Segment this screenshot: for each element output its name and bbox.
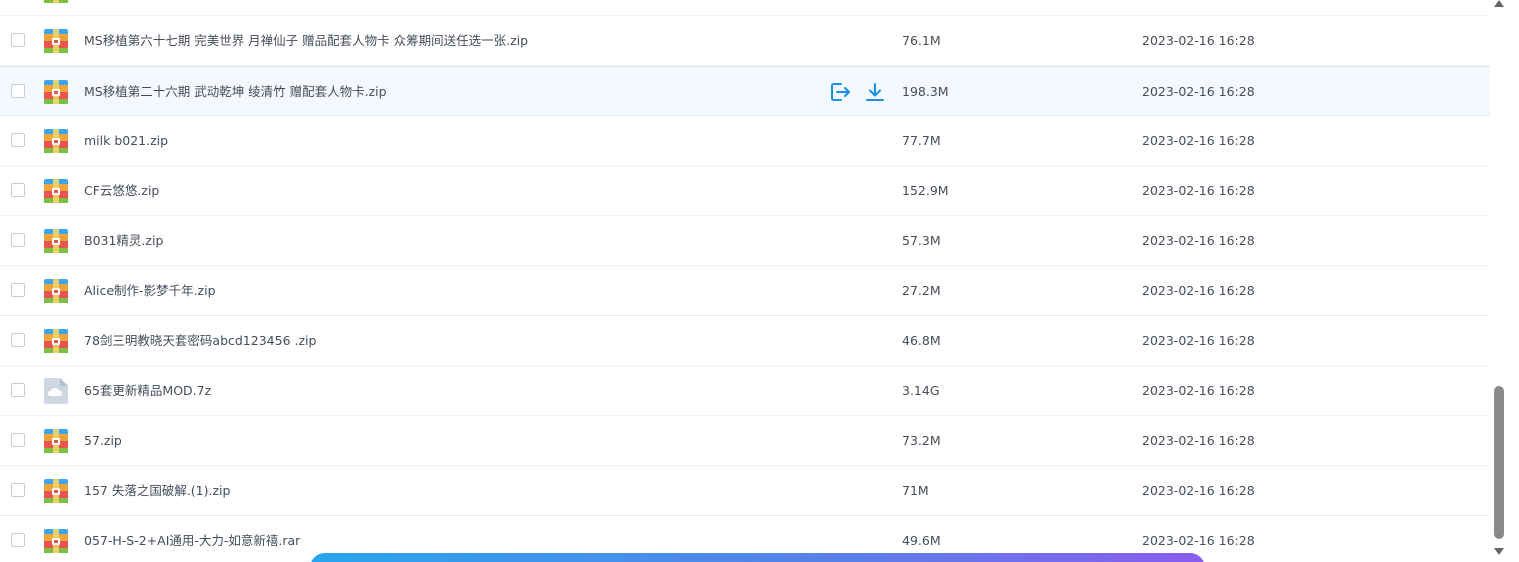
file-name[interactable]: 57.zip [84,416,122,466]
file-name[interactable]: 65套更新精品MOD.7z [84,366,211,416]
file-row[interactable] [0,0,1490,16]
zip-archive-icon [44,429,68,453]
file-size: 152.9M [902,183,949,198]
file-date: 2023-02-16 16:28 [1142,84,1255,99]
row-actions [829,81,886,103]
file-name[interactable]: MS移植第二十六期 武动乾坤 绫清竹 赠配套人物卡.zip [84,67,387,117]
file-row[interactable]: 65套更新精品MOD.7z 3.14G 2023-02-16 16:28 [0,366,1490,416]
zip-archive-icon [44,129,68,153]
file-list: MS移植第六十七期 完美世界 月禅仙子 赠品配套人物卡 众筹期间送任选一张.zi… [0,0,1490,562]
file-name[interactable]: B031精灵.zip [84,216,163,266]
zip-archive-icon [44,329,68,353]
row-checkbox[interactable] [11,33,25,47]
scroll-down-arrow[interactable] [1494,548,1504,555]
file-row[interactable]: CF云悠悠.zip 152.9M 2023-02-16 16:28 [0,166,1490,216]
file-date: 2023-02-16 16:28 [1142,433,1255,448]
file-size: 71M [902,483,929,498]
row-checkbox[interactable] [11,433,25,447]
file-date: 2023-02-16 16:28 [1142,233,1255,248]
file-browser: MS移植第六十七期 完美世界 月禅仙子 赠品配套人物卡 众筹期间送任选一张.zi… [0,0,1519,562]
file-name[interactable]: 78剑三明教晓天套密码abcd123456 .zip [84,316,316,366]
file-row[interactable]: B031精灵.zip 57.3M 2023-02-16 16:28 [0,216,1490,266]
file-size: 46.8M [902,333,941,348]
zip-archive-icon [44,0,68,3]
vertical-scrollbar[interactable] [1492,0,1506,562]
file-name[interactable]: 057-H-S-2+AI通用-大力-如意新禧.rar [84,516,300,562]
file-row[interactable]: 57.zip 73.2M 2023-02-16 16:28 [0,416,1490,466]
zip-archive-icon [44,479,68,503]
file-size: 76.1M [902,33,941,48]
zip-archive-icon [44,529,68,553]
file-name[interactable]: CF云悠悠.zip [84,166,159,216]
file-size: 57.3M [902,233,941,248]
bottom-action-bar[interactable] [310,553,1205,562]
zip-archive-icon [44,279,68,303]
file-row[interactable]: milk b021.zip 77.7M 2023-02-16 16:28 [0,116,1490,166]
file-name[interactable]: milk b021.zip [84,116,168,166]
row-checkbox[interactable] [11,84,25,98]
file-name[interactable]: Alice制作-影梦千年.zip [84,266,216,316]
file-name[interactable]: MS移植第六十七期 完美世界 月禅仙子 赠品配套人物卡 众筹期间送任选一张.zi… [84,16,528,66]
file-row[interactable]: 78剑三明教晓天套密码abcd123456 .zip 46.8M 2023-02… [0,316,1490,366]
row-checkbox[interactable] [11,333,25,347]
download-icon[interactable] [864,81,886,103]
zip-archive-icon [44,229,68,253]
scroll-thumb[interactable] [1494,386,1504,539]
file-date: 2023-02-16 16:28 [1142,283,1255,298]
file-row[interactable]: MS移植第六十七期 完美世界 月禅仙子 赠品配套人物卡 众筹期间送任选一张.zi… [0,16,1490,66]
file-size: 3.14G [902,383,940,398]
file-date: 2023-02-16 16:28 [1142,483,1255,498]
zip-archive-icon [44,179,68,203]
row-checkbox[interactable] [11,283,25,297]
file-date: 2023-02-16 16:28 [1142,333,1255,348]
row-checkbox[interactable] [11,133,25,147]
file-size: 77.7M [902,133,941,148]
row-checkbox[interactable] [11,233,25,247]
file-name[interactable]: 157 失落之国破解.(1).zip [84,466,230,516]
file-date: 2023-02-16 16:28 [1142,133,1255,148]
file-row[interactable]: Alice制作-影梦千年.zip 27.2M 2023-02-16 16:28 [0,266,1490,316]
share-export-icon[interactable] [829,81,851,103]
file-date: 2023-02-16 16:28 [1142,183,1255,198]
file-date: 2023-02-16 16:28 [1142,33,1255,48]
file-size: 27.2M [902,283,941,298]
file-row[interactable]: MS移植第二十六期 武动乾坤 绫清竹 赠配套人物卡.zip 198.3M 202… [0,66,1490,116]
row-checkbox[interactable] [11,483,25,497]
file-row[interactable]: 157 失落之国破解.(1).zip 71M 2023-02-16 16:28 [0,466,1490,516]
zip-archive-icon [44,29,68,53]
file-size: 198.3M [902,84,949,99]
zip-archive-icon [44,80,68,104]
scroll-up-arrow[interactable] [1494,0,1504,7]
row-checkbox[interactable] [11,183,25,197]
row-checkbox[interactable] [11,533,25,547]
file-size: 73.2M [902,433,941,448]
file-date: 2023-02-16 16:28 [1142,383,1255,398]
cloud-file-icon [44,378,68,404]
row-checkbox[interactable] [11,383,25,397]
